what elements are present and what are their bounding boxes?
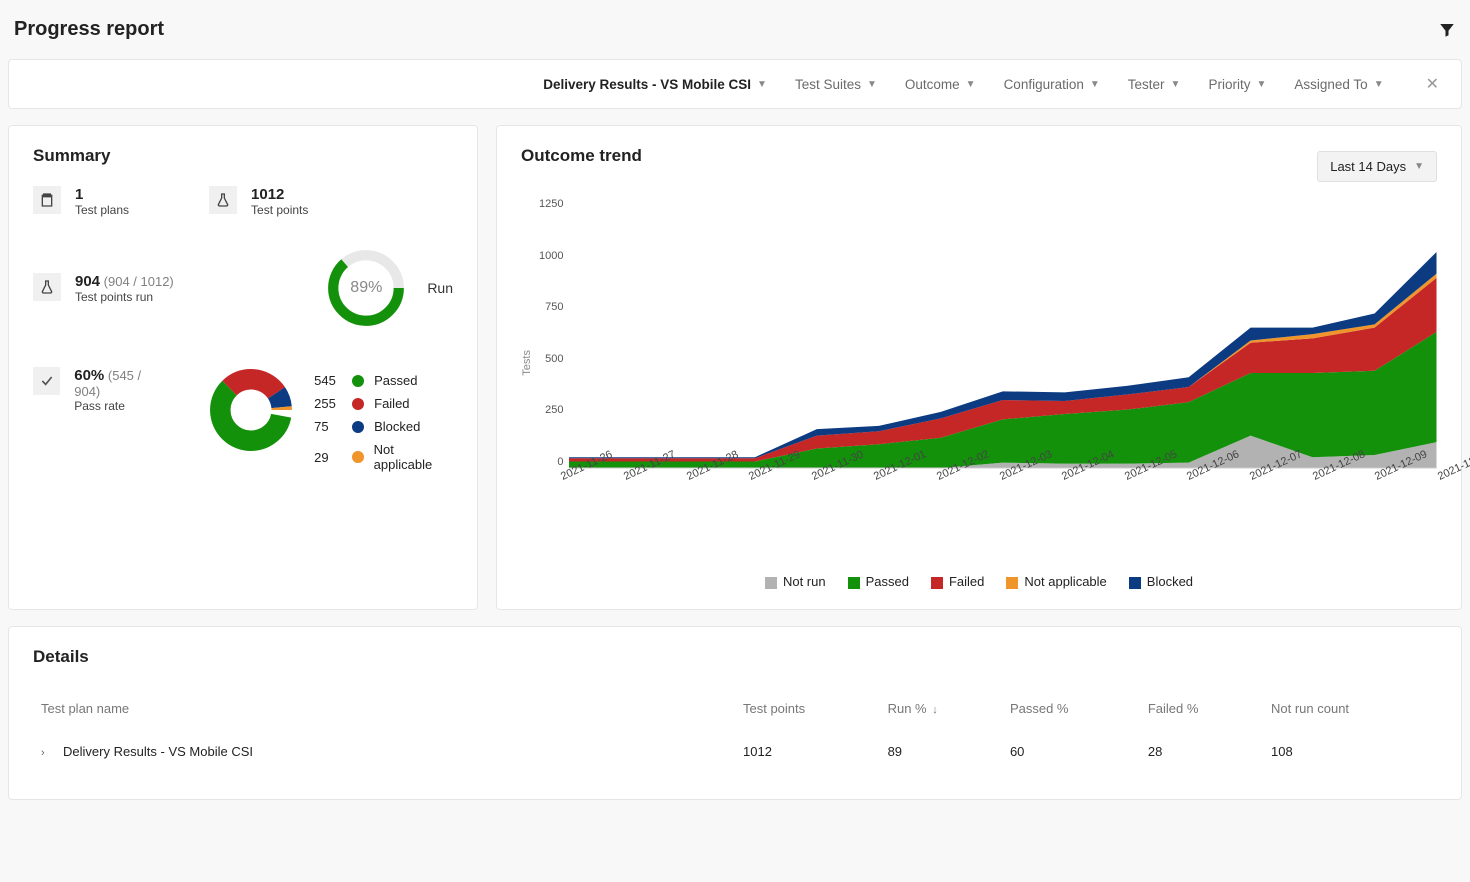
clipboard-icon	[33, 186, 61, 214]
trend-title: Outcome trend	[521, 146, 642, 166]
trend-card: Outcome trend Last 14 Days ▼ Tests 12501…	[496, 125, 1462, 610]
stat-value: 60%	[74, 367, 104, 384]
legend-passed: 545 Passed	[314, 373, 453, 388]
filter-assigned-to[interactable]: Assigned To▼	[1294, 77, 1383, 92]
filter-icon[interactable]	[1438, 21, 1456, 39]
filter-configuration[interactable]: Configuration▼	[1004, 77, 1100, 92]
chevron-down-icon: ▼	[1171, 79, 1181, 90]
swatch-icon	[765, 577, 777, 589]
filter-plan[interactable]: Delivery Results - VS Mobile CSI ▼	[543, 77, 767, 92]
chevron-down-icon: ▼	[1374, 79, 1384, 90]
page-header: Progress report	[8, 8, 1462, 59]
col-name[interactable]: Test plan name	[33, 691, 735, 734]
close-icon[interactable]: ✕	[1412, 74, 1439, 94]
chevron-down-icon: ▼	[757, 79, 767, 90]
filter-tester[interactable]: Tester▼	[1128, 77, 1181, 92]
filter-bar: Delivery Results - VS Mobile CSI ▼ Test …	[8, 59, 1462, 109]
col-passed[interactable]: Passed %	[1002, 691, 1140, 734]
stat-test-points: 1012 Test points	[209, 186, 308, 217]
y-axis-label: Tests	[521, 350, 533, 376]
details-table: Test plan name Test points Run % ↓ Passe…	[33, 691, 1437, 769]
stat-value: 1	[75, 186, 129, 203]
stat-test-plans: 1 Test plans	[33, 186, 129, 217]
stat-pass-rate: 60% (545 / 904) Pass rate	[33, 367, 168, 413]
run-donut-label: Run	[427, 280, 453, 296]
swatch-icon	[848, 577, 860, 589]
chevron-down-icon: ▼	[867, 79, 877, 90]
check-icon	[33, 367, 60, 395]
col-notrun[interactable]: Not run count	[1263, 691, 1437, 734]
col-points[interactable]: Test points	[735, 691, 880, 734]
summary-card: Summary 1 Test plans 1012 Test points	[8, 125, 478, 610]
beaker-icon	[209, 186, 237, 214]
area-chart-svg	[569, 198, 1437, 468]
summary-title: Summary	[33, 146, 453, 166]
trend-chart: Tests 125010007505002500 2021-11-262021-…	[521, 198, 1437, 528]
x-axis-ticks: 2021-11-262021-11-272021-11-282021-11-29…	[569, 472, 1437, 484]
legend-passed: Passed	[848, 574, 909, 589]
page-title: Progress report	[14, 18, 164, 41]
stat-label: Test plans	[75, 203, 129, 217]
legend-failed: 255 Failed	[314, 396, 453, 411]
legend-failed: Failed	[931, 574, 984, 589]
filter-priority[interactable]: Priority▼	[1208, 77, 1266, 92]
legend-blocked: 75 Blocked	[314, 419, 453, 434]
swatch-icon	[1129, 577, 1141, 589]
chevron-down-icon: ▼	[966, 79, 976, 90]
trend-legend: Not run Passed Failed Not applicable Blo…	[521, 574, 1437, 589]
swatch-icon	[352, 451, 364, 463]
filter-plan-label: Delivery Results - VS Mobile CSI	[543, 77, 751, 92]
legend-blocked: Blocked	[1129, 574, 1193, 589]
details-title: Details	[33, 647, 1437, 667]
filter-test-suites[interactable]: Test Suites▼	[795, 77, 877, 92]
stat-sub: (904 / 1012)	[104, 274, 174, 289]
date-range-button[interactable]: Last 14 Days ▼	[1317, 151, 1437, 182]
swatch-icon	[352, 375, 364, 387]
chevron-down-icon: ▼	[1256, 79, 1266, 90]
stat-label: Test points run	[75, 290, 174, 304]
run-donut: 89%	[323, 245, 409, 331]
chevron-right-icon[interactable]: ›	[41, 747, 53, 759]
col-run[interactable]: Run % ↓	[880, 691, 1002, 734]
table-header-row: Test plan name Test points Run % ↓ Passe…	[33, 691, 1437, 734]
col-failed[interactable]: Failed %	[1140, 691, 1263, 734]
table-row[interactable]: ›Delivery Results - VS Mobile CSI1012896…	[33, 734, 1437, 769]
legend-na: 29 Not applicable	[314, 442, 453, 472]
chevron-down-icon: ▼	[1414, 161, 1424, 172]
stat-value: 904	[75, 273, 100, 290]
chevron-down-icon: ▼	[1090, 79, 1100, 90]
sort-down-icon: ↓	[932, 704, 938, 716]
stat-label: Test points	[251, 203, 308, 217]
legend-na: Not applicable	[1006, 574, 1106, 589]
stat-value: 1012	[251, 186, 308, 203]
swatch-icon	[352, 421, 364, 433]
y-axis-ticks: 125010007505002500	[539, 198, 569, 468]
beaker-icon	[33, 273, 61, 301]
swatch-icon	[352, 398, 364, 410]
outcome-donut	[208, 367, 294, 453]
run-donut-percent: 89%	[323, 245, 409, 331]
details-card: Details Test plan name Test points Run %…	[8, 626, 1462, 800]
stat-test-points-run: 904 (904 / 1012) Test points run	[33, 273, 174, 304]
filter-outcome[interactable]: Outcome▼	[905, 77, 976, 92]
stat-label: Pass rate	[74, 399, 168, 413]
swatch-icon	[1006, 577, 1018, 589]
swatch-icon	[931, 577, 943, 589]
outcome-legend: 545 Passed 255 Failed 75 Blocked 29	[314, 373, 453, 472]
legend-notrun: Not run	[765, 574, 826, 589]
